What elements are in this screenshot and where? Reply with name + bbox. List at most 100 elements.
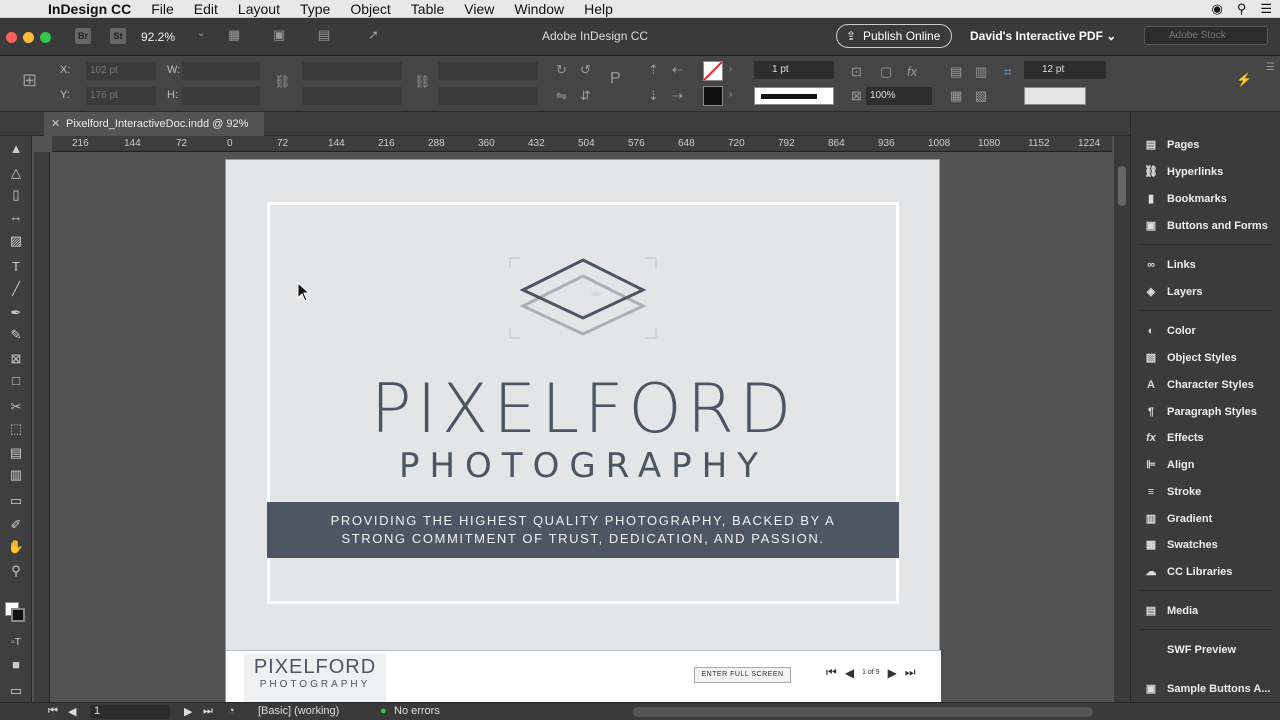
first-page-icon[interactable]: ⏮ (826, 665, 837, 680)
panel-effects[interactable]: fx Effects (1139, 428, 1279, 448)
transform-content-icon[interactable]: P (610, 70, 621, 88)
zoom-window-icon[interactable] (40, 32, 51, 43)
menu-table[interactable]: Table (401, 1, 454, 17)
page-tool-icon[interactable]: ▯ (7, 186, 25, 204)
content-collector-icon[interactable]: ▨ (7, 232, 25, 250)
previous-page-icon[interactable]: ◀ (845, 666, 854, 680)
logo-diamond-graphic[interactable] (508, 256, 658, 340)
menu-app-name[interactable]: InDesign CC (40, 1, 141, 17)
menu-object[interactable]: Object (340, 1, 400, 17)
panel-links[interactable]: ∞ Links (1139, 255, 1279, 275)
vertical-scroll-thumb[interactable] (1118, 166, 1126, 206)
drop-shadow-icon[interactable]: ▢ (880, 64, 892, 80)
select-content-icon[interactable]: ⇣ (648, 88, 659, 104)
enter-full-screen-button[interactable]: ENTER FULL SCREEN (694, 667, 791, 683)
bridge-button[interactable]: Br (75, 28, 91, 44)
scale-y-field[interactable] (302, 87, 402, 105)
last-page-icon[interactable]: ⏭ (905, 665, 916, 680)
preflight-icon[interactable]: ◔ (228, 705, 235, 717)
screen-mode-tool-icon[interactable]: ▭ (7, 682, 25, 700)
apply-color-icon[interactable]: ■ (7, 656, 25, 674)
rotate-clockwise-icon[interactable]: ↻ (556, 62, 567, 78)
select-previous-icon[interactable]: ⇠ (672, 62, 683, 78)
line-tool-icon[interactable]: ╱ (7, 280, 25, 298)
menu-help[interactable]: Help (574, 1, 623, 17)
control-panel-menu-icon[interactable]: ☰ (1266, 62, 1275, 73)
brand-subtitle[interactable]: PHOTOGRAPHY (226, 446, 941, 486)
shear-angle-field[interactable] (438, 87, 538, 105)
horizontal-scrollbar[interactable] (633, 707, 1093, 717)
corner-size-field[interactable]: 12 pt (1024, 61, 1106, 79)
page-number-field[interactable]: 1 (90, 705, 170, 719)
zoom-level-select[interactable]: 92.2% (141, 30, 175, 44)
arrange-documents-icon[interactable]: ▤ (318, 27, 330, 43)
menu-view[interactable]: View (454, 1, 504, 17)
stroke-type-select[interactable] (754, 87, 834, 105)
free-transform-tool-icon[interactable]: ⬚ (7, 420, 25, 438)
flip-horizontal-icon[interactable]: ⇋ (556, 88, 567, 104)
text-wrap-box-icon[interactable]: ▥ (975, 64, 987, 80)
publish-online-button[interactable]: ⇪ Publish Online (836, 24, 952, 48)
panel-color[interactable]: ◐ Color (1139, 321, 1279, 341)
scissors-tool-icon[interactable]: ✂ (7, 398, 25, 416)
menu-window[interactable]: Window (504, 1, 574, 17)
opacity-field[interactable]: 100% (866, 87, 932, 105)
menu-layout[interactable]: Layout (228, 1, 290, 17)
select-container-icon[interactable]: ⇡ (648, 62, 659, 78)
gap-tool-icon[interactable]: ↔ (7, 208, 25, 226)
document-page[interactable]: PIXELFORD PHOTOGRAPHY PROVIDING THE HIGH… (225, 159, 941, 702)
zoom-tool-icon[interactable]: ⚲ (7, 562, 25, 580)
flip-vertical-icon[interactable]: ⇵ (580, 88, 591, 104)
stroke-weight-field[interactable]: 1 pt (754, 61, 834, 79)
panel-buttons-and-forms[interactable]: ▣ Buttons and Forms (1139, 216, 1279, 236)
rectangle-tool-icon[interactable]: □ (7, 372, 25, 390)
view-options-icon[interactable]: ▦ (228, 27, 240, 43)
panel-object-styles[interactable]: ▧ Object Styles (1139, 348, 1279, 368)
close-window-icon[interactable] (6, 32, 17, 43)
fill-menu-arrow-icon[interactable]: › (729, 64, 732, 75)
fill-stroke-swatches[interactable] (3, 590, 27, 624)
constrain-scale-icon[interactable]: ⛓ (414, 74, 431, 90)
panel-layers[interactable]: ◈ Layers (1139, 282, 1279, 302)
x-position-field[interactable]: 102 pt (86, 62, 156, 80)
first-spread-icon[interactable]: ⏮ (48, 705, 58, 718)
text-wrap-jump-icon[interactable]: ▧ (975, 88, 987, 104)
direct-selection-tool-icon[interactable]: △ (7, 164, 25, 182)
height-field[interactable] (182, 87, 260, 105)
text-wrap-none-icon[interactable]: ▤ (950, 64, 962, 80)
last-spread-icon[interactable]: ⏭ (203, 705, 213, 718)
fill-swatch[interactable] (703, 61, 723, 81)
vertical-scrollbar[interactable] (1114, 136, 1130, 702)
y-position-field[interactable]: 176 pt (86, 87, 156, 105)
stroke-menu-arrow-icon[interactable]: › (729, 89, 732, 100)
rotate-counterclockwise-icon[interactable]: ↺ (580, 62, 591, 78)
auto-fit-icon[interactable]: ⊡ (851, 64, 862, 80)
panel-sample-buttons[interactable]: ▣ Sample Buttons A... (1139, 679, 1279, 699)
rectangle-frame-tool-icon[interactable]: ⊠ (7, 350, 25, 368)
quick-apply-icon[interactable]: ⚡ (1236, 72, 1252, 88)
effects-fx-icon[interactable]: fx (907, 64, 917, 79)
stroke-swatch[interactable] (703, 86, 723, 106)
close-tab-icon[interactable]: ✕ (51, 112, 60, 136)
screen-mode-icon[interactable]: ▣ (273, 27, 285, 43)
panel-stroke[interactable]: ≡ Stroke (1139, 482, 1279, 502)
note-tool-icon[interactable]: ▭ (7, 492, 25, 510)
panel-gradient[interactable]: ▥ Gradient (1139, 509, 1279, 529)
panel-swf-preview[interactable]: SWF Preview (1139, 640, 1279, 660)
rotation-angle-field[interactable] (438, 62, 538, 80)
selection-tool-icon[interactable]: ▲ (7, 140, 25, 158)
document-footer-bar[interactable]: PIXELFORD PHOTOGRAPHY ENTER FULL SCREEN … (226, 650, 941, 702)
document-tab[interactable]: ✕ Pixelford_InteractiveDoc.indd @ 92% (44, 112, 265, 136)
panel-character-styles[interactable]: A Character Styles (1139, 375, 1279, 395)
preflight-status[interactable]: No errors (394, 705, 440, 717)
eyedropper-tool-icon[interactable]: ✐ (7, 516, 25, 534)
pasteboard[interactable]: PIXELFORD PHOTOGRAPHY PROVIDING THE HIGH… (51, 152, 1112, 702)
gradient-feather-tool-icon[interactable]: ▥ (7, 466, 25, 484)
formatting-affects-container-icon[interactable]: ▫T (7, 634, 25, 652)
panel-align[interactable]: ⊫ Align (1139, 455, 1279, 475)
corner-shape-select[interactable] (1024, 87, 1086, 105)
menu-edit[interactable]: Edit (184, 1, 228, 17)
select-next-icon[interactable]: ⇢ (672, 88, 683, 104)
corner-options-icon[interactable]: ⌗ (1004, 64, 1011, 80)
gradient-swatch-tool-icon[interactable]: ▤ (7, 444, 25, 462)
